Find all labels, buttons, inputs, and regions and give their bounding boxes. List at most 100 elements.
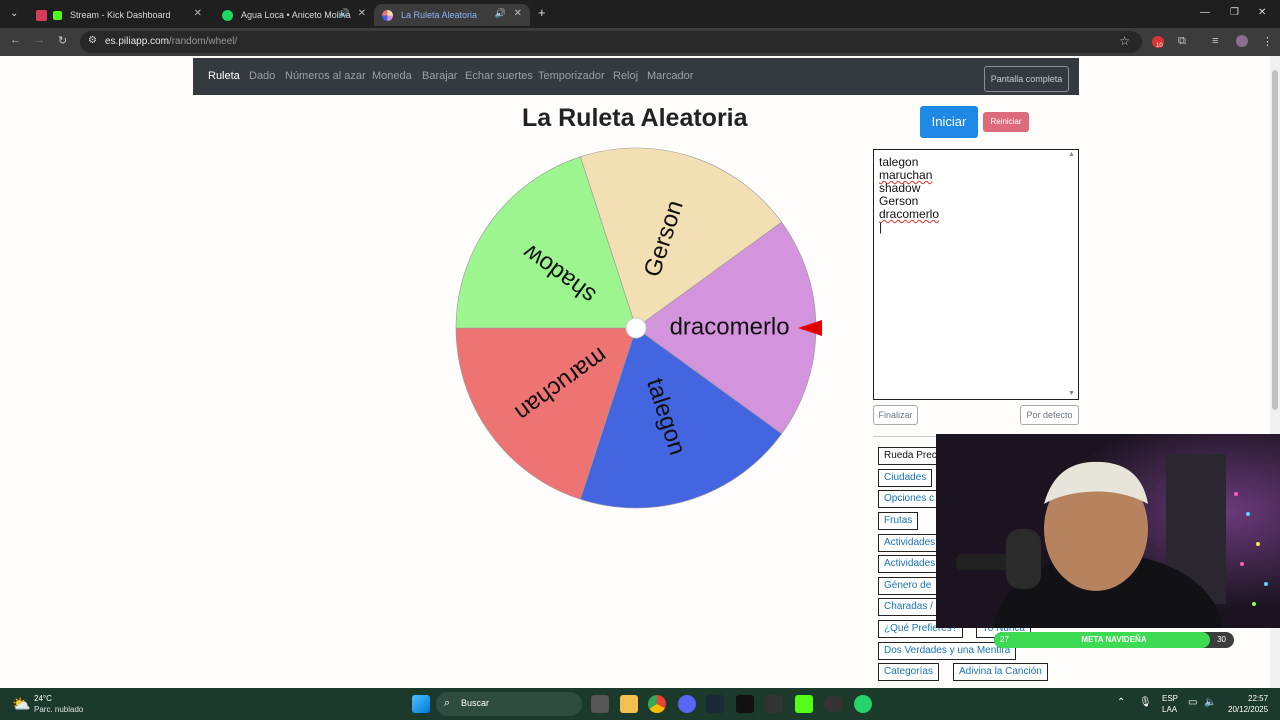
preset-button[interactable]: Ciudades [878,469,933,487]
language-top[interactable]: ESP [1162,694,1178,703]
entry-line: shadow [879,181,921,195]
audio-playing-icon[interactable]: 🔊 [495,8,506,19]
preset-button[interactable]: Categorías [878,663,939,681]
close-window-icon[interactable]: ✕ [1258,7,1266,18]
tab-close-icon[interactable]: ✕ [514,8,522,19]
minimize-icon[interactable]: — [1200,7,1210,18]
audio-playing-icon[interactable]: 🔊 [339,8,350,19]
search-placeholder: Buscar [461,698,490,708]
streamlabs-icon[interactable] [765,695,783,713]
tray-chevron-icon[interactable]: ⌃ [1117,697,1125,708]
nav-item-barajar[interactable]: Barajar [422,70,457,82]
kick-logo-icon [53,10,62,20]
goal-progress-bar: 27 META NAVIDEÑA 30 [994,632,1234,648]
search-icon: ⌕ [444,697,451,709]
entry-line: talegon [879,155,919,169]
wheel-label: dracomerlo [670,313,790,340]
steam-icon[interactable] [706,695,724,713]
obs-icon[interactable] [824,695,842,713]
webcam-feed [936,434,1280,628]
goal-target: 30 [1217,635,1226,644]
site-navbar: Ruleta Dado Números al azar Moneda Baraj… [193,58,1079,95]
preset-button[interactable]: Opciones c [878,490,941,508]
preset-button[interactable]: Rueda Prec [878,447,943,465]
wheel-favicon-icon [382,9,393,21]
entry-line: maruchan [879,168,933,182]
scroll-up-icon[interactable]: ▲ [1068,151,1075,158]
nav-item-echar-suertes[interactable]: Echar suertes [465,70,533,82]
clock-date[interactable]: 20/12/2025 [1228,705,1268,714]
page-title: La Ruleta Aleatoria [522,104,748,132]
extensions-icon[interactable]: ⧉ [1178,35,1186,48]
nav-item-temporizador[interactable]: Temporizador [538,70,605,82]
bookmark-star-icon[interactable]: ☆ [1119,34,1130,48]
volume-icon[interactable]: 🔈 [1204,697,1216,708]
tab-search-icon[interactable]: ⌄ [10,8,18,19]
tab-close-icon[interactable]: ✕ [358,8,366,19]
weather-temp: 24°C [34,694,52,703]
task-view-icon[interactable] [591,695,609,713]
entry-line: Gerson [879,194,919,208]
language-bottom[interactable]: LAA [1162,705,1177,714]
nav-item-reloj[interactable]: Reloj [613,70,638,82]
menu-dots-icon[interactable]: ⋮ [1262,35,1273,48]
nav-item-marcador[interactable]: Marcador [647,70,693,82]
kick-app-icon[interactable] [795,695,813,713]
clock-time[interactable]: 22:57 [1248,694,1268,703]
wheel-center-hub [625,317,647,339]
finish-button[interactable]: Finalizar [873,405,918,425]
tab-spotify[interactable]: Agua Loca • Aniceto Molina 🔊 ✕ [214,4,374,26]
whatsapp-icon[interactable] [854,695,872,713]
textarea-scrollbar[interactable]: ▲ ▼ [1067,151,1077,397]
microphone-icon[interactable]: 🎙 [1139,697,1152,708]
extension-count: 10 [1156,43,1163,49]
preset-button[interactable]: Frutas [878,512,919,530]
weather-condition: Parc. nublado [34,705,84,714]
tab-title: Stream - Kick Dashboard [70,10,171,20]
url-input[interactable]: ⚙ es.piliapp.com/random/wheel/ ☆ [80,31,1142,53]
weather-cloud-icon[interactable]: ⛅ [12,695,31,713]
scroll-down-icon[interactable]: ▼ [1068,390,1075,397]
tiktok-icon[interactable] [736,695,754,713]
scrollbar-thumb[interactable] [1272,70,1278,410]
start-button[interactable]: Iniciar [920,106,978,138]
back-icon[interactable]: ← [10,34,21,46]
preset-button[interactable]: Adivina la Canción [953,663,1048,681]
nav-item-moneda[interactable]: Moneda [372,70,412,82]
tab-close-icon[interactable]: ✕ [194,8,202,19]
nav-item-dado[interactable]: Dado [249,70,275,82]
preset-button[interactable]: Género de [878,577,938,595]
tab-ruleta[interactable]: La Ruleta Aleatoria 🔊 ✕ [374,4,530,26]
reload-icon[interactable]: ↻ [58,34,67,47]
entry-line: dracomerlo [879,207,940,221]
taskbar-search[interactable]: ⌕ Buscar [436,692,582,716]
random-wheel[interactable]: Gersondracomerlotalegonmaruchanshadow [450,144,830,524]
text-cursor: | [879,220,883,234]
profile-avatar[interactable] [1236,35,1248,47]
spotify-icon [222,9,233,21]
windows-start-icon[interactable] [412,695,430,713]
nav-item-ruleta[interactable]: Ruleta [208,70,240,82]
media-control-icon[interactable]: ≡ [1212,35,1218,47]
network-icon[interactable]: ▭ [1188,697,1197,708]
kick-favicon-icon [36,9,47,21]
file-explorer-icon[interactable] [620,695,638,713]
forward-icon[interactable]: → [34,34,45,46]
entries-textarea[interactable]: talegon maruchan shadow Gerson dracomerl… [873,149,1079,400]
site-info-icon[interactable]: ⚙ [88,35,97,46]
preset-button[interactable]: Actividades [878,534,942,552]
chrome-icon[interactable] [648,695,666,713]
maximize-icon[interactable]: ❐ [1230,7,1239,18]
preset-button[interactable]: Charadas / [878,598,939,616]
nav-item-numeros[interactable]: Números al azar [285,70,366,82]
tab-kick-dashboard[interactable]: Stream - Kick Dashboard ✕ [28,4,210,26]
new-tab-button[interactable]: + [538,5,546,20]
goal-label: META NAVIDEÑA [1081,635,1147,644]
preset-button[interactable]: Actividades [878,555,942,573]
default-button[interactable]: Por defecto [1020,405,1079,425]
fullscreen-button[interactable]: Pantalla completa [984,66,1069,92]
tab-title: Agua Loca • Aniceto Molina [241,10,351,20]
discord-icon[interactable] [678,695,696,713]
windows-taskbar: ⛅ 24°C Parc. nublado ⌕ Buscar ⌃ 🎙 ESP LA… [0,688,1280,720]
reset-button[interactable]: Reiniciar [983,112,1029,132]
